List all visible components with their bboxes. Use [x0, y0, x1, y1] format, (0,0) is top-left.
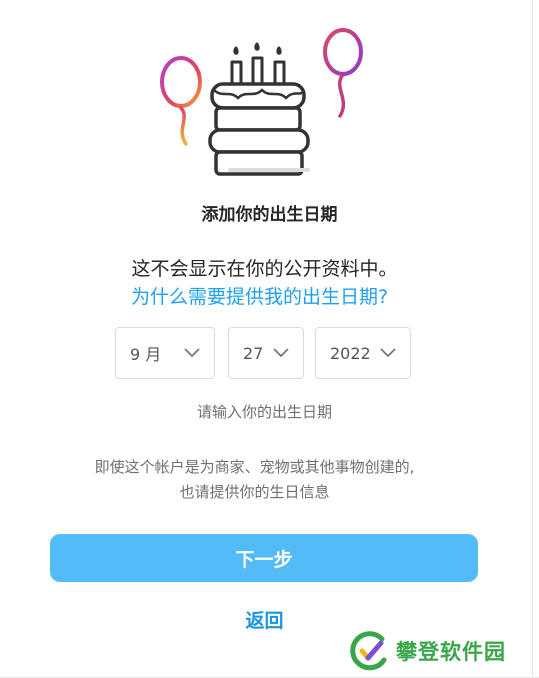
panel-border: [532, 0, 533, 678]
year-value: 2022: [330, 343, 371, 363]
month-value: 9 月: [130, 345, 162, 364]
chevron-down-icon: [184, 348, 200, 358]
watermark: 攀登软件园: [348, 628, 533, 674]
birthday-cake-icon: [160, 28, 363, 176]
balloon-right-icon: [323, 28, 363, 118]
year-select[interactable]: 2022: [315, 327, 411, 379]
page-title: 添加你的出生日期: [201, 205, 338, 225]
next-button[interactable]: 下一步: [50, 534, 478, 582]
watermark-text: 攀登软件园: [396, 640, 506, 664]
balloon-left-icon: [160, 56, 202, 146]
chevron-down-icon: [273, 348, 289, 358]
month-select[interactable]: 9 月: [115, 327, 215, 379]
why-birthday-link[interactable]: 为什么需要提供我的出生日期?: [0, 282, 519, 309]
enter-birthday-hint: 请输入你的出生日期: [196, 403, 332, 421]
birthday-note-line2: 也请提供你的生日信息: [179, 483, 330, 501]
birthday-note: 即使这个帐户是为商家、宠物或其他事物创建的, 也请提供你的生日信息: [0, 455, 509, 505]
chevron-down-icon: [380, 348, 396, 358]
day-select[interactable]: 27: [228, 327, 304, 379]
privacy-subtitle: 这不会显示在你的公开资料中。: [131, 258, 398, 280]
day-value: 27: [243, 343, 264, 363]
illustration-shadow: [228, 168, 310, 172]
birthday-dialog: 添加你的出生日期 这不会显示在你的公开资料中。 为什么需要提供我的出生日期? 9…: [0, 0, 539, 678]
birthday-note-line1: 即使这个帐户是为商家、宠物或其他事物创建的,: [94, 458, 415, 476]
watermark-logo-icon: [350, 631, 387, 671]
